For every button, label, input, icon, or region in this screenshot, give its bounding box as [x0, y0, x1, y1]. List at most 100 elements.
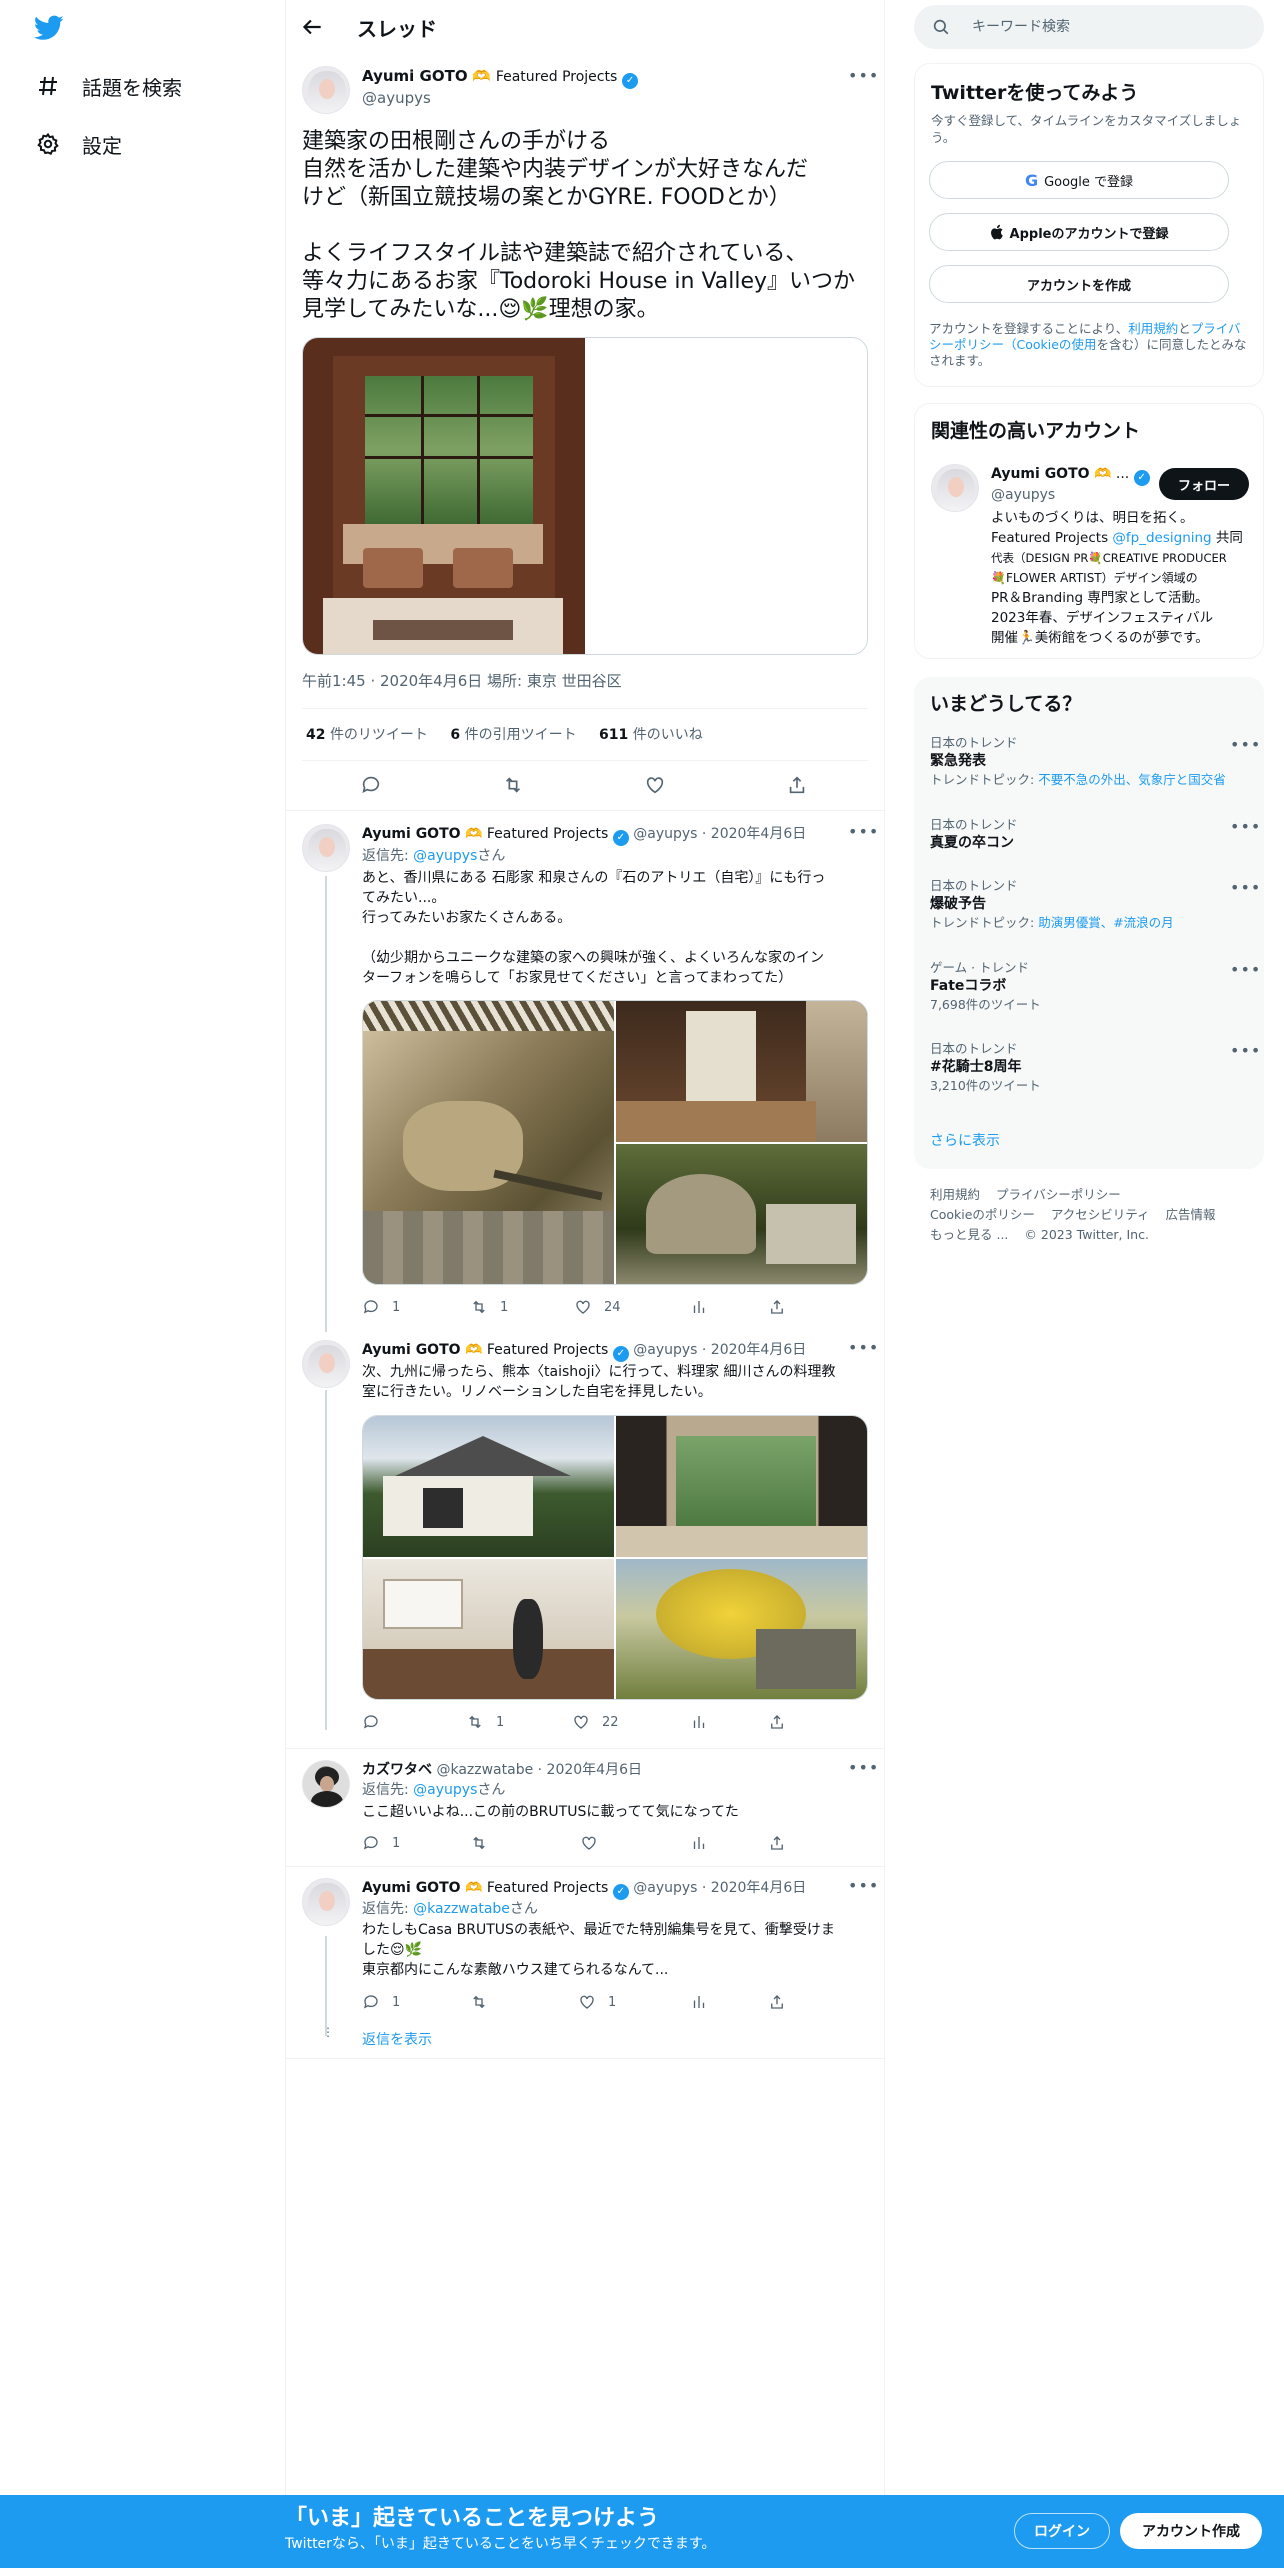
media-photo[interactable]: [616, 1001, 867, 1142]
reply-button[interactable]: [362, 1713, 392, 1731]
share-icon[interactable]: [786, 774, 808, 796]
bio-mention-link[interactable]: @fp_designing: [1112, 530, 1211, 546]
author-handle[interactable]: @ayupys: [633, 1880, 697, 1896]
media-photo-todoroki-house[interactable]: [303, 338, 585, 654]
like-button[interactable]: 1: [578, 1993, 616, 2011]
google-signup-button[interactable]: G Google で登録: [929, 161, 1229, 199]
more-options-icon[interactable]: •••: [848, 1758, 879, 1777]
nav-explore[interactable]: 話題を検索: [36, 70, 182, 102]
trend-item[interactable]: 日本のトレンド 爆破予告 トレンドトピック: 助演男優賞、#流浪の月 •••: [930, 878, 1260, 932]
reply-to-handle[interactable]: @ayupys: [413, 1782, 477, 1798]
apple-signup-button[interactable]: Appleのアカウントで登録: [929, 213, 1229, 251]
trend-item[interactable]: 日本のトレンド 緊急発表 トレンドトピック: 不要不急の外出、気象庁と国交省 •…: [930, 735, 1260, 789]
footer-accessibility-link[interactable]: アクセシビリティ: [1051, 1207, 1150, 1222]
footer-terms-link[interactable]: 利用規約: [930, 1187, 980, 1202]
analytics-icon[interactable]: [690, 1834, 708, 1852]
author-name[interactable]: Ayumi GOTO: [362, 1342, 461, 1358]
author-handle[interactable]: @ayupys: [633, 1342, 697, 1358]
avatar[interactable]: [931, 464, 979, 512]
more-options-icon[interactable]: •••: [848, 822, 879, 841]
avatar[interactable]: [302, 1878, 350, 1926]
author-name[interactable]: Ayumi GOTO: [362, 67, 468, 85]
media-photo[interactable]: [363, 1559, 614, 1699]
author-handle[interactable]: @ayupys: [362, 88, 431, 108]
media-photo[interactable]: [616, 1559, 867, 1699]
reply-button[interactable]: 1: [362, 1834, 400, 1852]
related-handle[interactable]: @ayupys: [991, 485, 1055, 505]
like-button[interactable]: 22: [572, 1713, 619, 1731]
avatar[interactable]: [302, 1340, 350, 1388]
like-icon[interactable]: [644, 774, 666, 796]
media-photo[interactable]: [363, 1001, 614, 1284]
retweet-button[interactable]: 1: [470, 1298, 508, 1316]
media-photo[interactable]: [616, 1144, 867, 1284]
quotes-stat[interactable]: 6 件の引用ツイート: [450, 727, 576, 743]
trend-item[interactable]: 日本のトレンド #花騎士8周年 3,210件のツイート •••: [930, 1041, 1260, 1095]
more-options-icon[interactable]: •••: [1230, 1041, 1261, 1060]
author-name[interactable]: Ayumi GOTO: [362, 1880, 461, 1896]
retweet-button[interactable]: [470, 1993, 500, 2011]
media-photo[interactable]: [363, 1416, 614, 1557]
author-name[interactable]: カズワタベ: [362, 1762, 432, 1778]
trend-topic-link[interactable]: 不要不急の外出、気象庁と国交省: [1038, 772, 1226, 787]
create-account-button[interactable]: アカウントを作成: [929, 265, 1229, 303]
analytics-icon[interactable]: [690, 1298, 708, 1316]
author-handle[interactable]: @ayupys: [633, 826, 697, 842]
signup-button[interactable]: アカウント作成: [1120, 2513, 1262, 2549]
trend-item[interactable]: ゲーム · トレンド Fateコラボ 7,698件のツイート •••: [930, 960, 1260, 1014]
terms-link[interactable]: 利用規約: [1128, 321, 1178, 336]
analytics-icon[interactable]: [690, 1713, 708, 1731]
twitter-logo-icon[interactable]: [34, 15, 64, 41]
footer-more-link[interactable]: もっと見る ...: [930, 1227, 1008, 1242]
more-options-icon[interactable]: •••: [848, 1338, 879, 1357]
more-options-icon[interactable]: •••: [1230, 735, 1261, 754]
share-icon[interactable]: [768, 1298, 786, 1316]
reply-button[interactable]: 1: [362, 1298, 400, 1316]
more-options-icon[interactable]: •••: [1230, 817, 1261, 836]
author-name[interactable]: Ayumi GOTO: [362, 826, 461, 842]
reply-button[interactable]: 1: [362, 1993, 400, 2011]
tweet-date[interactable]: · 2020年4月6日: [702, 826, 806, 842]
reply-to-handle[interactable]: @kazzwatabe: [413, 1901, 510, 1917]
trend-item[interactable]: 日本のトレンド 真夏の卒コン •••: [930, 817, 1260, 853]
login-button[interactable]: ログイン: [1014, 2513, 1110, 2549]
like-button[interactable]: 24: [574, 1298, 621, 1316]
tweet-meta[interactable]: 午前1:45 · 2020年4月6日 場所: 東京 世田谷区: [302, 671, 622, 691]
more-options-icon[interactable]: •••: [1230, 878, 1261, 897]
nav-settings[interactable]: 設定: [36, 128, 122, 160]
avatar[interactable]: [302, 1760, 350, 1808]
more-options-icon[interactable]: •••: [1230, 960, 1261, 979]
show-replies-link[interactable]: 返信を表示: [362, 2030, 432, 2050]
like-button[interactable]: [580, 1834, 610, 1852]
avatar[interactable]: [302, 824, 350, 872]
author-handle[interactable]: @kazzwatabe: [436, 1762, 533, 1778]
likes-stat[interactable]: 611 件のいいね: [599, 727, 703, 743]
retweet-button[interactable]: [470, 1834, 500, 1852]
analytics-icon[interactable]: [690, 1993, 708, 2011]
more-options-icon[interactable]: •••: [848, 66, 879, 85]
tweet-date[interactable]: · 2020年4月6日: [702, 1880, 806, 1896]
related-name-line[interactable]: Ayumi GOTO 🫶 ... ✓: [991, 464, 1150, 486]
retweet-icon[interactable]: [502, 774, 524, 796]
reply-icon[interactable]: [360, 774, 382, 796]
footer-ads-link[interactable]: 広告情報: [1166, 1207, 1216, 1222]
share-icon[interactable]: [768, 1713, 786, 1731]
follow-button[interactable]: フォロー: [1159, 468, 1249, 500]
share-icon[interactable]: [768, 1834, 786, 1852]
footer-privacy-link[interactable]: プライバシーポリシー: [996, 1187, 1121, 1202]
search-input[interactable]: キーワード検索: [914, 5, 1264, 49]
media-photo[interactable]: [616, 1416, 867, 1557]
media-card[interactable]: [302, 337, 868, 655]
back-arrow-icon[interactable]: [299, 14, 325, 40]
tweet-date[interactable]: · 2020年4月6日: [538, 1762, 642, 1778]
retweet-button[interactable]: 1: [466, 1713, 504, 1731]
reply-to-handle[interactable]: @ayupys: [413, 848, 477, 864]
trend-topic-link[interactable]: 助演男優賞、#流浪の月: [1038, 915, 1173, 930]
more-options-icon[interactable]: •••: [848, 1876, 879, 1895]
avatar[interactable]: [302, 66, 350, 114]
footer-cookie-link[interactable]: Cookieのポリシー: [930, 1207, 1035, 1222]
show-more-link[interactable]: さらに表示: [930, 1131, 1000, 1151]
retweets-stat[interactable]: 42 件のリツイート: [306, 727, 428, 743]
share-icon[interactable]: [768, 1993, 786, 2011]
tweet-date[interactable]: · 2020年4月6日: [702, 1342, 806, 1358]
